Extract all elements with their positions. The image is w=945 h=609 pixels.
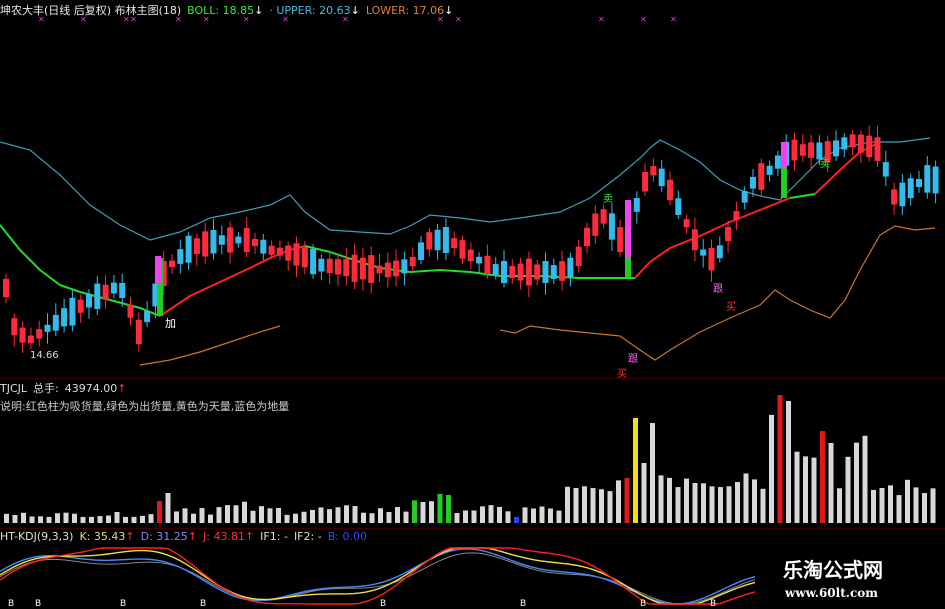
kdj-buy-marker: B [8,599,14,609]
kdj-buy-marker: B [380,599,386,609]
kdj-buy-marker: B [520,599,526,609]
kdj-buy-marker: B [35,599,41,609]
watermark-site-name: 乐淘公式网 [783,558,883,582]
kdj-buy-marker: B [640,599,646,609]
kdj-buy-marker: B [200,599,206,609]
stock-chart-window: 坤农大丰(日线 后复权) 布林主图(18) BOLL: 18.85↓ · UPP… [0,0,945,609]
kdj-buy-marker: B [710,599,716,609]
kdj-buy-marker: B [120,599,126,609]
watermark-url: www.60lt.com [785,586,878,600]
watermark-box: 乐淘公式网 www.60lt.com [755,548,945,609]
kdj-oscillator-chart[interactable]: BBBBBBBB [0,0,945,609]
kdj-k-line [0,547,757,605]
